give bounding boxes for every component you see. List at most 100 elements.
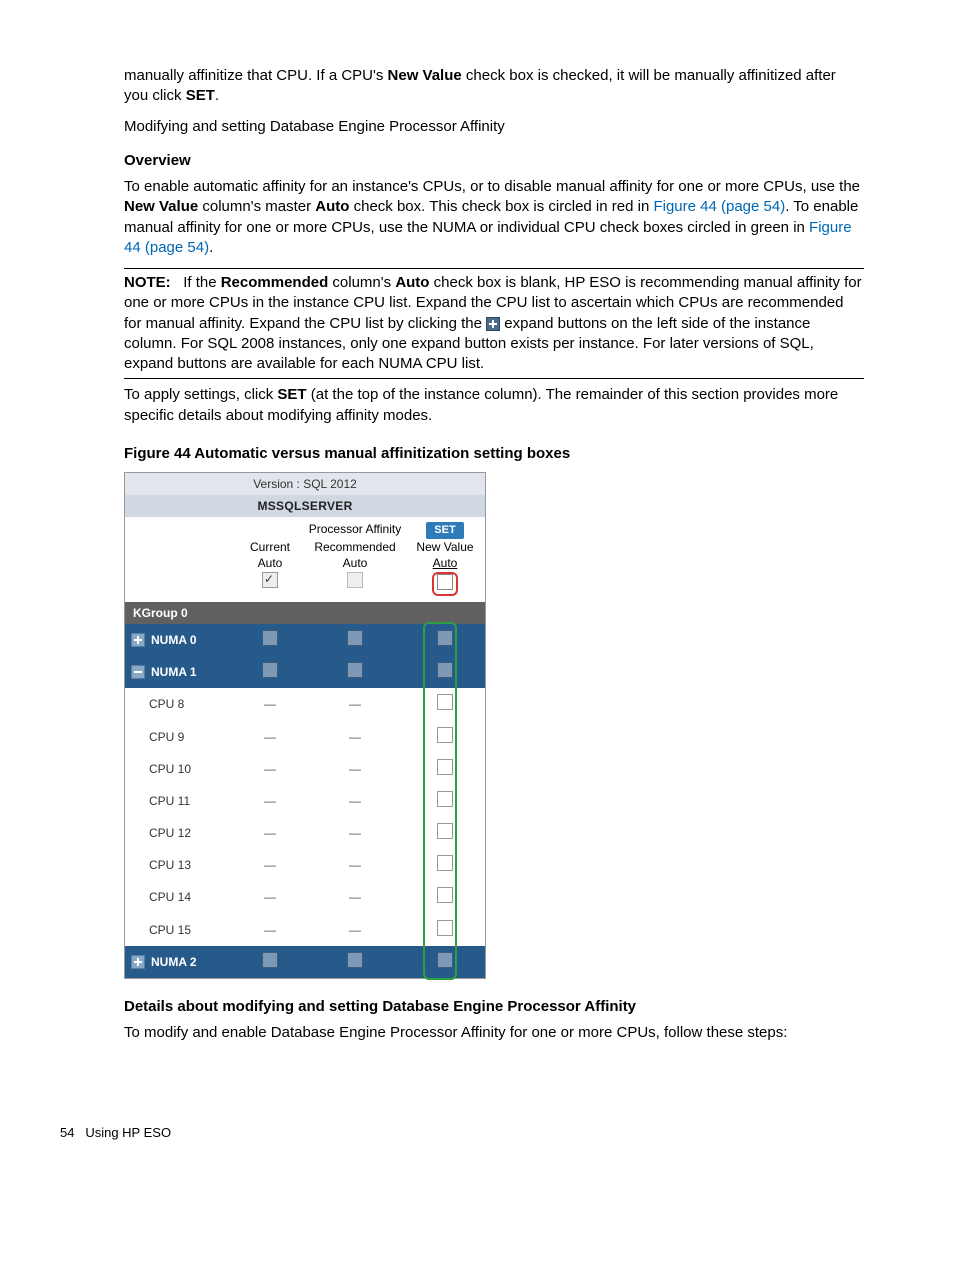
numa-checkbox: [347, 662, 363, 678]
dash: —: [305, 922, 405, 938]
text: To enable automatic affinity for an inst…: [124, 178, 860, 195]
cpu-checkbox[interactable]: [437, 694, 453, 710]
col-new-value: New Value: [405, 539, 485, 555]
text: column's master: [198, 198, 315, 215]
text: .: [215, 87, 219, 104]
numa-checkbox[interactable]: [437, 952, 453, 968]
dash: —: [235, 825, 305, 841]
page-number: 54: [60, 1125, 74, 1140]
kgroup-0-header: KGroup 0: [125, 602, 485, 624]
cpu-row: CPU 9 — —: [125, 721, 485, 753]
page-footer: 54 Using HP ESO: [60, 1124, 894, 1142]
red-circle-annotation: [432, 572, 458, 596]
text: check box. This check box is circled in …: [349, 198, 653, 215]
processor-affinity-label: Processor Affinity: [305, 521, 405, 539]
numa-checkbox[interactable]: [262, 952, 278, 968]
cpu-row: CPU 10 — —: [125, 753, 485, 785]
set-button[interactable]: SET: [426, 522, 463, 539]
new-value-auto-checkbox[interactable]: [437, 574, 453, 590]
dash: —: [305, 696, 405, 712]
cpu-row: CPU 8 — —: [125, 688, 485, 720]
collapse-icon[interactable]: [131, 665, 145, 679]
paragraph-intro-2: Modifying and setting Database Engine Pr…: [124, 117, 864, 137]
divider: [124, 268, 864, 269]
bold-auto: Auto: [395, 274, 429, 291]
cpu-label: CPU 8: [125, 696, 235, 712]
recommended-auto-checkbox: [347, 572, 363, 588]
cpu-row: CPU 14 — —: [125, 881, 485, 913]
dash: —: [235, 793, 305, 809]
dash: —: [305, 889, 405, 905]
numa-0-row: NUMA 0: [125, 624, 485, 656]
cpu-checkbox[interactable]: [437, 727, 453, 743]
text: If the: [183, 274, 221, 291]
numa-checkbox: [347, 630, 363, 646]
cpu-checkbox[interactable]: [437, 855, 453, 871]
dash: —: [235, 857, 305, 873]
dash: —: [305, 825, 405, 841]
auto-label-current: Auto: [235, 555, 305, 571]
cpu-checkbox[interactable]: [437, 887, 453, 903]
link-figure-44-a[interactable]: Figure 44 (page 54): [653, 198, 785, 215]
cpu-row: CPU 13 — —: [125, 849, 485, 881]
numa-checkbox[interactable]: [262, 630, 278, 646]
text: manually affinitize that CPU. If a CPU's: [124, 67, 388, 84]
numa-2-row: NUMA 2: [125, 946, 485, 978]
overview-paragraph: To enable automatic affinity for an inst…: [124, 177, 864, 258]
dash: —: [235, 696, 305, 712]
note-label: NOTE:: [124, 274, 171, 291]
cpu-label: CPU 13: [125, 857, 235, 873]
bold-set: SET: [277, 386, 306, 403]
dash: —: [305, 793, 405, 809]
dash: —: [235, 889, 305, 905]
cpu-checkbox[interactable]: [437, 823, 453, 839]
current-auto-checkbox[interactable]: [262, 572, 278, 588]
dash: —: [235, 922, 305, 938]
numa-1-label: NUMA 1: [151, 664, 197, 680]
cpu-label: CPU 11: [125, 793, 235, 809]
cpu-label: CPU 12: [125, 825, 235, 841]
col-current: Current: [235, 539, 305, 555]
figure-44: Version : SQL 2012 MSSQLSERVER Processor…: [124, 472, 486, 979]
bold-set: SET: [186, 87, 215, 104]
dash: —: [305, 857, 405, 873]
bold-new-value: New Value: [388, 67, 462, 84]
version-bar: Version : SQL 2012: [125, 473, 485, 495]
auto-label-recommended: Auto: [305, 555, 405, 571]
numa-1-row: NUMA 1: [125, 656, 485, 688]
numa-0-label: NUMA 0: [151, 632, 197, 648]
cpu-label: CPU 10: [125, 761, 235, 777]
figure-caption: Figure 44 Automatic versus manual affini…: [124, 444, 864, 464]
numa-2-label: NUMA 2: [151, 954, 197, 970]
paragraph-intro-1: manually affinitize that CPU. If a CPU's…: [124, 66, 864, 107]
cpu-checkbox[interactable]: [437, 791, 453, 807]
section-title: Using HP ESO: [85, 1125, 171, 1140]
cpu-row: CPU 12 — —: [125, 817, 485, 849]
divider: [124, 378, 864, 379]
dash: —: [305, 761, 405, 777]
cpu-row: CPU 15 — —: [125, 914, 485, 946]
details-paragraph: To modify and enable Database Engine Pro…: [124, 1023, 864, 1043]
cpu-checkbox[interactable]: [437, 759, 453, 775]
col-recommended: Recommended: [305, 539, 405, 555]
apply-paragraph: To apply settings, click SET (at the top…: [124, 385, 864, 426]
cpu-checkbox[interactable]: [437, 920, 453, 936]
details-heading: Details about modifying and setting Data…: [124, 997, 864, 1017]
numa-checkbox[interactable]: [437, 662, 453, 678]
numa-checkbox[interactable]: [437, 630, 453, 646]
text: To apply settings, click: [124, 386, 277, 403]
bold-new-value: New Value: [124, 198, 198, 215]
auto-label-new: Auto: [405, 555, 485, 571]
cpu-label: CPU 9: [125, 729, 235, 745]
numa-checkbox[interactable]: [262, 662, 278, 678]
expand-icon[interactable]: [131, 955, 145, 969]
cpu-label: CPU 14: [125, 889, 235, 905]
expand-icon[interactable]: [131, 633, 145, 647]
expand-icon: [486, 317, 500, 331]
cpu-row: CPU 11 — —: [125, 785, 485, 817]
dash: —: [305, 729, 405, 745]
numa-checkbox: [347, 952, 363, 968]
text: column's: [328, 274, 395, 291]
text: .: [209, 239, 213, 256]
dash: —: [235, 729, 305, 745]
